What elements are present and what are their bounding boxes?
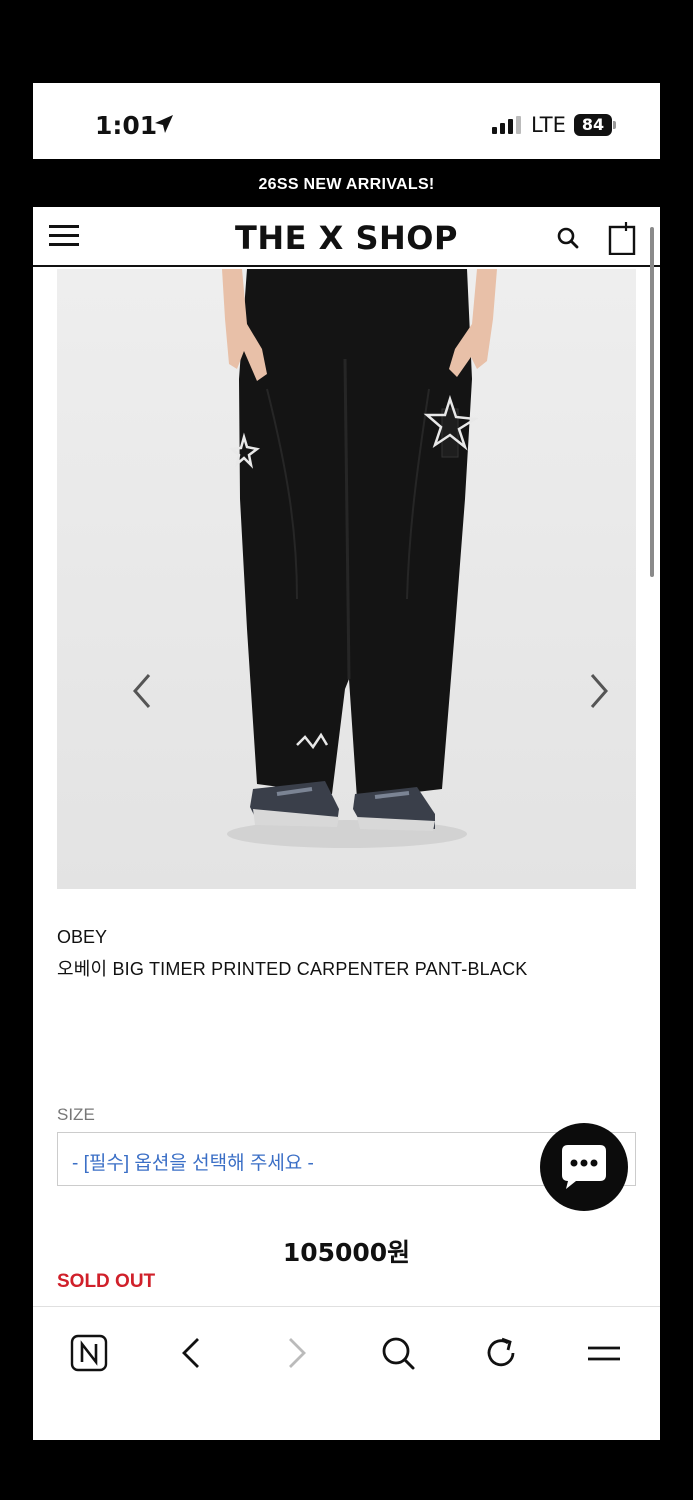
chat-button[interactable] — [540, 1123, 628, 1211]
search-icon[interactable] — [556, 226, 580, 250]
product-title: 오베이 BIG TIMER PRINTED CARPENTER PANT-BLA… — [57, 959, 528, 979]
product-brand: OBEY — [57, 927, 108, 947]
site-header: THE X SHOP — [33, 207, 660, 267]
carousel-next-icon[interactable] — [584, 671, 614, 711]
status-time: 1:01 — [95, 111, 158, 140]
status-bar: 1:01 LTE 84 — [33, 83, 660, 159]
battery-tip — [613, 121, 616, 129]
chat-bubble-icon — [562, 1145, 606, 1189]
browser-search-icon[interactable] — [378, 1333, 418, 1373]
browser-toolbar — [33, 1306, 660, 1440]
size-select-placeholder: - [필수] 옵션을 선택해 주세요 - — [72, 1153, 314, 1174]
product-price: 105000원 — [282, 1238, 411, 1267]
product-photo — [57, 269, 636, 889]
phone-screen: 1:01 LTE 84 26SS NEW ARRIVALS! THE X SHO… — [33, 83, 660, 1440]
battery-icon: 84 — [574, 114, 612, 136]
network-type: LTE — [531, 113, 566, 137]
announcement-bar[interactable]: 26SS NEW ARRIVALS! — [33, 159, 660, 207]
sold-out-badge: SOLD OUT — [57, 1271, 156, 1292]
naver-home-icon[interactable] — [69, 1333, 109, 1373]
shopping-bag-icon[interactable] — [607, 221, 637, 255]
carousel-prev-icon[interactable] — [127, 671, 157, 711]
location-arrow-icon — [155, 115, 173, 133]
browser-menu-icon[interactable] — [584, 1333, 624, 1373]
page-scrollbar[interactable] — [650, 227, 654, 577]
signal-icon — [492, 116, 521, 134]
product-image[interactable] — [57, 269, 636, 889]
reload-icon[interactable] — [481, 1333, 521, 1373]
forward-icon[interactable] — [276, 1333, 316, 1373]
size-label: SIZE — [57, 1105, 95, 1124]
back-icon[interactable] — [172, 1333, 212, 1373]
